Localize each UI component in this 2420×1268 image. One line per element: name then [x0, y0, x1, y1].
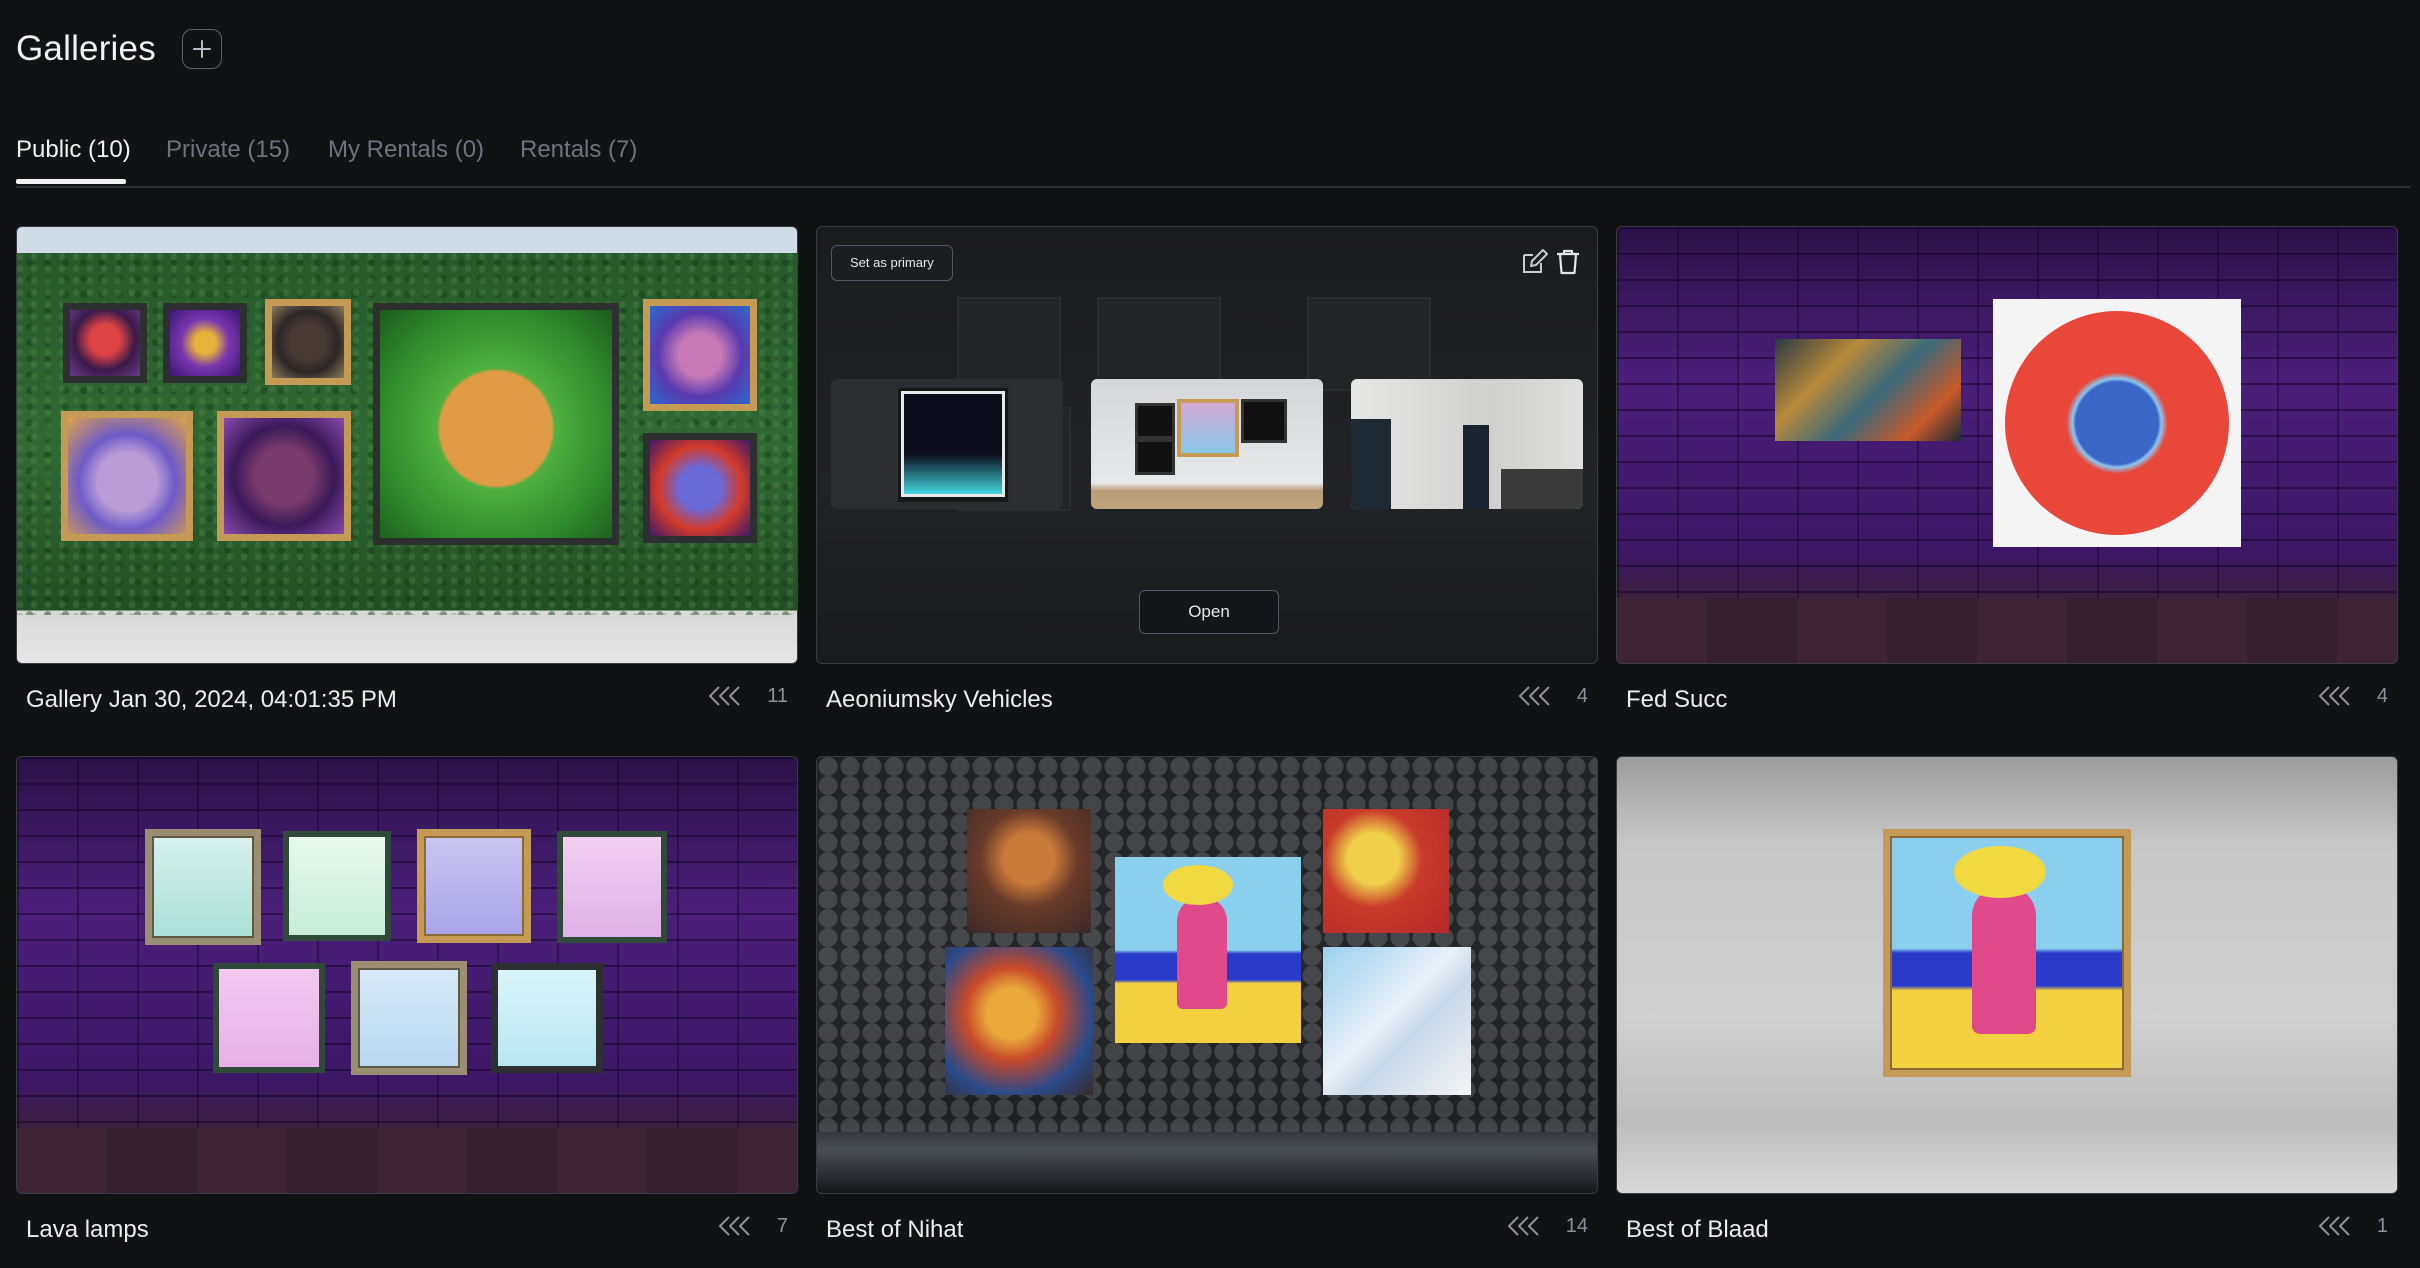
tab-rentals[interactable]: Rentals (7) [520, 136, 637, 164]
gallery-title: Gallery Jan 30, 2024, 04:01:35 PM [26, 686, 397, 713]
artwork [945, 947, 1093, 1095]
gallery-views: 11 [707, 684, 788, 708]
set-as-primary-button[interactable]: Set as primary [831, 245, 953, 281]
tab-my-rentals[interactable]: My Rentals (0) [328, 136, 484, 164]
artwork [351, 961, 467, 1075]
artwork [61, 411, 193, 541]
artwork [1993, 299, 2241, 547]
gallery-thumbnail[interactable] [1616, 226, 2398, 664]
artwork [1775, 339, 1961, 441]
artwork [1323, 947, 1471, 1095]
artwork [1115, 857, 1301, 1043]
open-button[interactable]: Open [1139, 590, 1279, 634]
views-icon [2318, 1216, 2350, 1236]
artwork [163, 303, 247, 383]
gallery-views: 7 [717, 1214, 788, 1238]
views-icon [1518, 686, 1550, 706]
template-option[interactable] [1351, 379, 1583, 509]
template-option[interactable] [1091, 379, 1323, 509]
gallery-view-count: 4 [1576, 684, 1588, 707]
template-option[interactable] [831, 379, 1063, 509]
artwork [145, 829, 261, 945]
artwork [265, 299, 351, 385]
views-icon [709, 686, 740, 706]
gallery-thumbnail[interactable] [816, 756, 1598, 1194]
gallery-views: 14 [1506, 1214, 1588, 1238]
artwork [967, 809, 1091, 933]
gallery-title: Best of Nihat [826, 1216, 964, 1243]
add-gallery-button[interactable] [181, 29, 222, 69]
artwork [417, 829, 531, 943]
gallery-view-count: 11 [767, 684, 788, 707]
gallery-views: 1 [2317, 1214, 2388, 1238]
views-icon [1507, 1216, 1539, 1236]
artwork [643, 433, 757, 543]
gallery-thumbnail[interactable] [16, 226, 798, 664]
gallery-view-count: 14 [1565, 1214, 1588, 1237]
gallery-view-count: 1 [2376, 1214, 2388, 1237]
active-tab-indicator [16, 179, 126, 184]
views-icon [718, 1216, 750, 1236]
views-icon [2318, 686, 2350, 706]
gallery-thumbnail[interactable] [1616, 756, 2398, 1194]
edit-icon[interactable] [1519, 247, 1549, 277]
tab-public[interactable]: Public (10) [16, 136, 131, 164]
gallery-thumbnail[interactable] [16, 756, 798, 1194]
artwork [643, 299, 757, 411]
artwork [373, 303, 619, 545]
artwork [1883, 829, 2131, 1077]
gallery-tabs: Public (10) Private (15) My Rentals (0) … [16, 130, 2410, 188]
gallery-title: Aeoniumsky Vehicles [826, 686, 1053, 713]
gallery-title: Lava lamps [26, 1216, 149, 1243]
artwork [217, 411, 351, 541]
page-title: Galleries [16, 29, 156, 68]
artwork [491, 963, 603, 1073]
gallery-title: Best of Blaad [1626, 1216, 1769, 1243]
page-header: Galleries [16, 24, 222, 74]
gallery-views: 4 [2317, 684, 2388, 708]
gallery-views: 4 [1517, 684, 1588, 708]
gallery-title: Fed Succ [1626, 686, 1728, 713]
artwork [557, 831, 667, 943]
artwork [283, 831, 391, 941]
trash-icon[interactable] [1553, 247, 1583, 277]
gallery-view-count: 7 [776, 1214, 788, 1237]
artwork [63, 303, 147, 383]
gallery-thumbnail[interactable]: Set as primary Open [816, 226, 1598, 664]
tab-private[interactable]: Private (15) [166, 136, 290, 164]
plus-icon [192, 40, 211, 58]
gallery-view-count: 4 [2376, 684, 2388, 707]
artwork [213, 963, 325, 1073]
artwork [1323, 809, 1449, 933]
